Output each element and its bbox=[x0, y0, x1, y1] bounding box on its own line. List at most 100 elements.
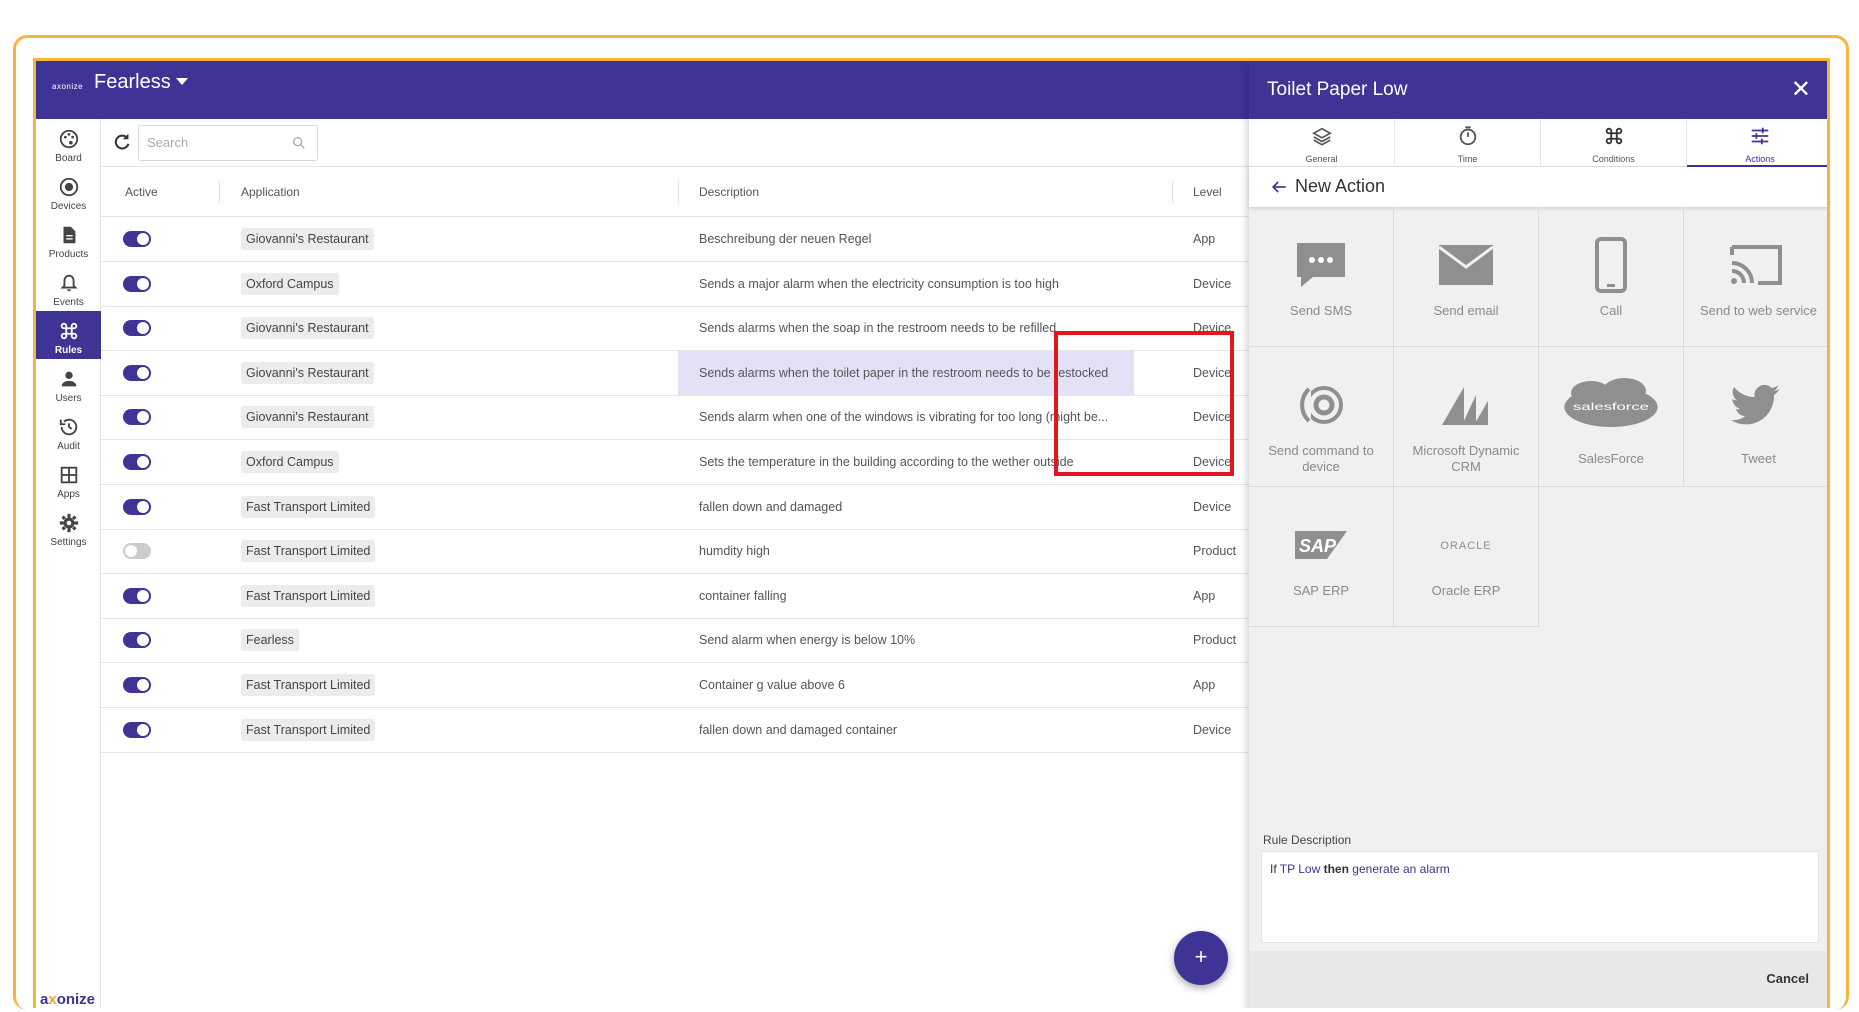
action-sap-erp[interactable]: SAP SAP ERP bbox=[1249, 487, 1394, 627]
table-row[interactable]: Fearless Send alarm when energy is below … bbox=[101, 618, 1281, 664]
active-toggle[interactable] bbox=[123, 498, 151, 515]
sap-logo: SAP bbox=[1295, 531, 1347, 559]
new-action-title: New Action bbox=[1295, 176, 1386, 196]
broadcast-icon bbox=[1300, 386, 1343, 424]
description-cell: Send alarm when energy is below 10% bbox=[699, 633, 916, 648]
layers-icon bbox=[1311, 127, 1332, 146]
column-header-application[interactable]: Application bbox=[241, 185, 300, 199]
phone-icon bbox=[1595, 237, 1627, 293]
level-cell: Device bbox=[1193, 276, 1232, 291]
tab-actions[interactable]: Actions bbox=[1687, 119, 1827, 167]
table-row[interactable]: Fast Transport Limited fallen down and da… bbox=[101, 485, 1281, 530]
table-row[interactable]: Giovanni's Restaurant Beschreibung der ne… bbox=[101, 217, 1281, 262]
tab-label: General bbox=[1305, 154, 1338, 164]
level-cell: Product bbox=[1193, 544, 1237, 559]
svg-text:ORACLE: ORACLE bbox=[1440, 540, 1491, 552]
command-icon bbox=[60, 322, 77, 340]
grid-icon bbox=[60, 466, 77, 484]
search-icon bbox=[293, 137, 305, 149]
description-cell: container falling bbox=[699, 588, 787, 603]
nav-label: Users bbox=[55, 393, 82, 404]
active-toggle[interactable] bbox=[123, 632, 151, 649]
active-toggle[interactable] bbox=[123, 587, 151, 604]
action-salesforce[interactable]: salesforce SalesForce bbox=[1539, 347, 1684, 487]
nav-item-settings[interactable]: Settings bbox=[36, 503, 101, 559]
action-label: Microsoft Dynamic CRM bbox=[1412, 443, 1520, 474]
condition-link[interactable]: TP Low bbox=[1280, 862, 1320, 876]
nav-label: Apps bbox=[57, 489, 80, 500]
action-tweet[interactable]: Tweet bbox=[1684, 347, 1827, 487]
action-send-email[interactable]: Send email bbox=[1394, 207, 1539, 347]
description-cell: Sends a major alarm when the electricity… bbox=[699, 276, 1059, 291]
active-toggle[interactable] bbox=[123, 320, 151, 337]
action-link[interactable]: generate an alarm bbox=[1352, 862, 1449, 876]
column-header-active[interactable]: Active bbox=[125, 185, 158, 199]
action-call[interactable]: Call bbox=[1539, 207, 1684, 347]
action-oracle-erp[interactable]: ORACLE Oracle ERP bbox=[1394, 487, 1539, 627]
brand-mini-logo: axonize bbox=[52, 82, 84, 91]
level-cell: Product bbox=[1193, 633, 1237, 648]
active-toggle[interactable] bbox=[123, 275, 151, 292]
org-selector-label[interactable]: Fearless bbox=[94, 71, 171, 94]
application-chip: Fearless bbox=[241, 629, 299, 652]
add-rule-button[interactable]: + bbox=[1174, 931, 1228, 985]
tab-general[interactable]: General bbox=[1249, 119, 1395, 167]
nav-label: Rules bbox=[54, 345, 83, 356]
application-chip: Fast Transport Limited bbox=[241, 495, 376, 518]
column-header-description[interactable]: Description bbox=[699, 185, 759, 199]
selection-highlight bbox=[1054, 331, 1234, 476]
table-row[interactable]: Fast Transport Limited fallen down and da… bbox=[101, 708, 1281, 753]
table-row[interactable]: Fast Transport Limited humdity high Produc… bbox=[101, 529, 1281, 575]
history-icon bbox=[59, 418, 77, 436]
application-chip: Giovanni's Restaurant bbox=[241, 228, 374, 250]
action-label: Send SMS bbox=[1289, 303, 1353, 318]
level-cell: App bbox=[1193, 588, 1216, 603]
nav-item-rules[interactable]: Rules bbox=[36, 311, 101, 359]
table-row[interactable]: Fast Transport Limited container falling A… bbox=[101, 574, 1281, 619]
side-nav: Board Devices Products Events Rules User… bbox=[36, 119, 101, 1008]
table-header: Active Application Description Level bbox=[101, 167, 1281, 217]
action-send-command-to-device[interactable]: Send command to device bbox=[1249, 347, 1394, 487]
cancel-button[interactable]: Cancel bbox=[1766, 971, 1809, 986]
salesforce-logo: salesforce bbox=[1564, 378, 1658, 427]
application-chip: Fast Transport Limited bbox=[241, 718, 376, 741]
action-microsoft-dynamic-crm[interactable]: Microsoft Dynamic CRM bbox=[1394, 347, 1539, 487]
active-toggle[interactable] bbox=[123, 231, 151, 247]
caret-down-icon[interactable] bbox=[176, 78, 188, 85]
close-icon[interactable]: ✕ bbox=[1791, 75, 1811, 104]
column-header-level[interactable]: Level bbox=[1193, 185, 1222, 199]
panel-footer: Cancel bbox=[1249, 951, 1827, 1008]
active-toggle[interactable] bbox=[123, 677, 151, 693]
refresh-icon[interactable] bbox=[111, 131, 133, 153]
active-toggle[interactable] bbox=[123, 454, 151, 470]
application-chip: Oxford Campus bbox=[241, 272, 339, 295]
tab-time[interactable]: Time bbox=[1395, 119, 1541, 167]
nav-label: Audit bbox=[57, 441, 80, 452]
gear-icon bbox=[59, 513, 78, 533]
application-chip: Giovanni's Restaurant bbox=[241, 361, 374, 384]
twitter-bird-icon bbox=[1731, 384, 1780, 425]
level-cell: App bbox=[1193, 232, 1216, 246]
table-row[interactable]: Oxford Campus Sends a major alarm when th… bbox=[101, 262, 1281, 307]
nav-label: Devices bbox=[50, 201, 87, 212]
search-field[interactable] bbox=[138, 125, 318, 161]
table-row[interactable]: Fast Transport Limited Container g value … bbox=[101, 663, 1281, 708]
panel-header: Toilet Paper Low ✕ bbox=[1249, 61, 1827, 119]
rule-description-label: Rule Description bbox=[1263, 833, 1352, 847]
nav-label: Settings bbox=[50, 537, 87, 548]
panel-title: Toilet Paper Low bbox=[1267, 79, 1408, 100]
nav-label: Events bbox=[53, 297, 84, 308]
active-toggle[interactable] bbox=[123, 409, 151, 426]
panel-tabs: General Time Conditions Actions bbox=[1249, 119, 1827, 167]
arrow-left-icon[interactable] bbox=[1269, 177, 1289, 197]
active-toggle[interactable] bbox=[123, 721, 151, 738]
action-send-to-web-service[interactable]: Send to web service bbox=[1684, 207, 1827, 347]
tab-conditions[interactable]: Conditions bbox=[1541, 119, 1687, 167]
active-toggle[interactable] bbox=[123, 543, 151, 560]
action-label: Tweet bbox=[1741, 451, 1776, 466]
action-send-sms[interactable]: Send SMS bbox=[1249, 207, 1394, 347]
active-toggle[interactable] bbox=[123, 364, 151, 381]
rule-description-box: If TP Low then generate an alarm bbox=[1261, 851, 1819, 943]
column-divider bbox=[678, 181, 679, 203]
search-input[interactable] bbox=[147, 135, 287, 150]
